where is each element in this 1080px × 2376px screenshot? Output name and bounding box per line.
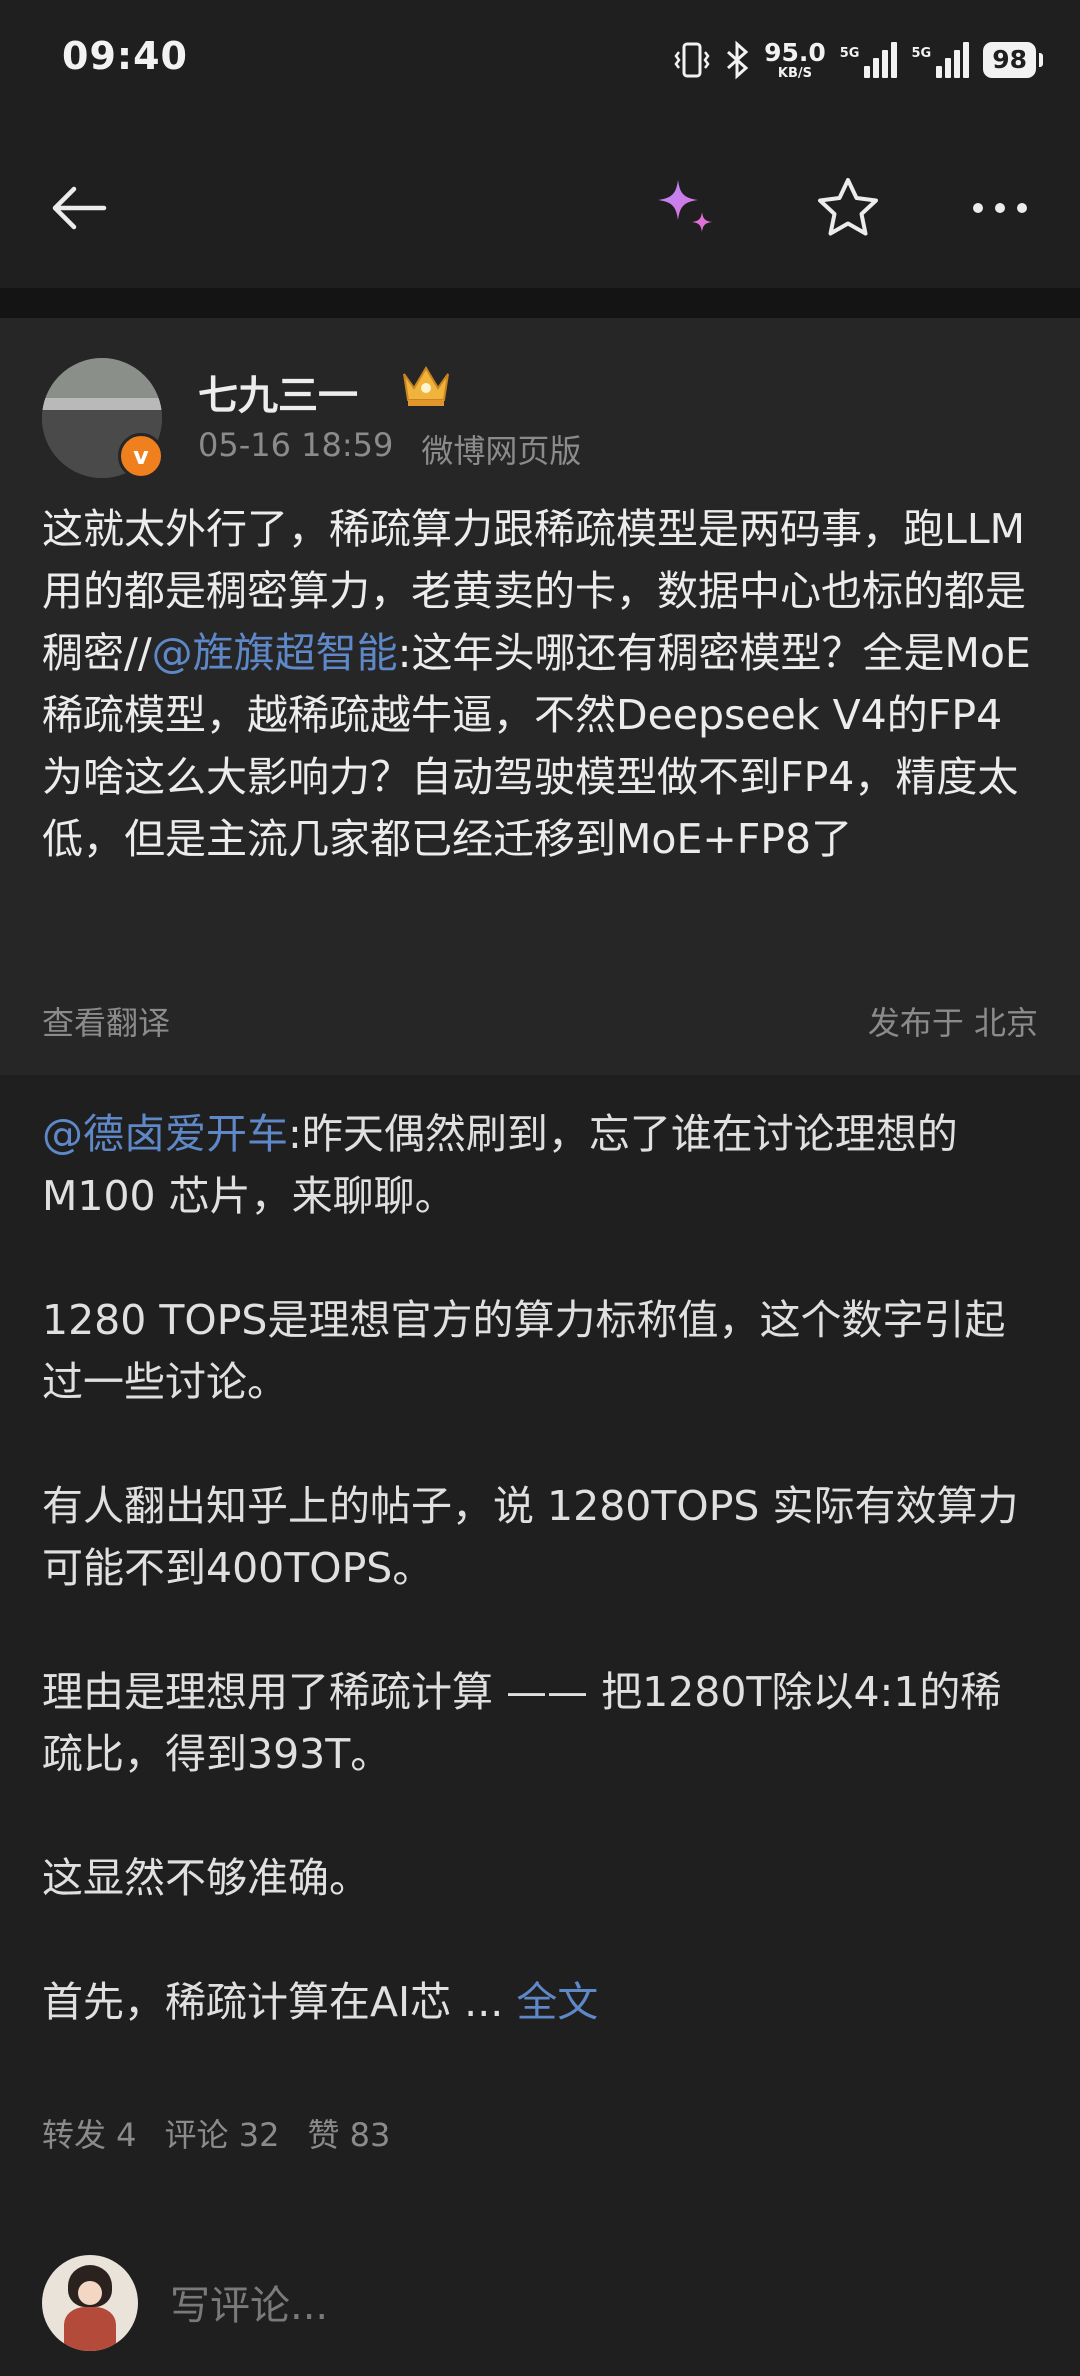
sim2-label: 5G: [911, 46, 932, 61]
repost-body: 这就太外行了，稀疏算力跟稀疏模型是两码事，跑LLM用的都是稠密算力，老黄卖的卡，…: [42, 498, 1042, 870]
ai-summary-button[interactable]: [650, 172, 722, 244]
bluetooth-icon: [727, 40, 749, 80]
publish-location: 发布于 北京: [867, 1004, 1038, 1042]
network-speed-value: 95.0: [764, 38, 826, 67]
more-button[interactable]: [964, 172, 1036, 244]
full-text-link[interactable]: 全文: [516, 1978, 598, 2026]
comment-bar: 写评论...: [0, 2165, 1080, 2376]
status-icons: 95.0 KB/S 5G 5G 98: [674, 30, 1043, 90]
comment-input[interactable]: 写评论...: [170, 2273, 328, 2331]
original-paragraph-6: 首先，稀疏计算在AI芯 ...: [42, 1978, 517, 2026]
post-source: 微博网页版: [421, 432, 582, 470]
post-meta: 05-16 18:59 微博网页版: [198, 426, 581, 472]
like-count[interactable]: 赞 83: [307, 2110, 390, 2156]
comment-count[interactable]: 评论 32: [165, 2110, 280, 2156]
signal-sim1-icon: 5G: [840, 42, 898, 78]
original-paragraph-2: 1280 TOPS是理想官方的算力标称值，这个数字引起过一些讨论。: [42, 1296, 1006, 1406]
repost-count[interactable]: 转发 4: [42, 2110, 137, 2156]
favorite-button[interactable]: [812, 172, 884, 244]
user-avatar[interactable]: [42, 2255, 138, 2351]
crown-icon: [403, 366, 449, 406]
original-post: @德卤爱开车:昨天偶然刷到，忘了谁在讨论理想的 M100 芯片，来聊聊。 128…: [0, 1075, 1080, 2165]
back-button[interactable]: [44, 172, 116, 244]
back-arrow-icon: [52, 186, 107, 230]
original-paragraph-4: 理由是理想用了稀疏计算 —— 把1280T除以4:1的稀疏比，得到393T。: [42, 1668, 1002, 1778]
sim1-label: 5G: [839, 46, 860, 61]
network-speed-unit: KB/S: [777, 66, 812, 81]
signal-sim2-icon: 5G: [911, 42, 970, 78]
author-name[interactable]: 七九三一: [198, 363, 358, 421]
status-bar: 09:40 95.0 KB/S 5G 5G 98: [0, 0, 1080, 120]
verified-badge-icon: v: [118, 433, 164, 479]
battery-icon: 98: [983, 42, 1043, 78]
original-author-mention[interactable]: @德卤爱开车: [42, 1110, 288, 1158]
nav-bar: [0, 120, 1080, 288]
ai-sparkle-icon: [658, 180, 712, 232]
post-timestamp: 05-16 18:59: [198, 426, 394, 464]
network-speed: 95.0 KB/S: [764, 40, 826, 80]
status-time: 09:40: [62, 34, 188, 78]
repost-card: v 七九三一 05-16 18:59 微博网页版 这就太外行了，稀疏算力跟稀疏模…: [0, 318, 1080, 1075]
original-paragraph-3: 有人翻出知乎上的帖子，说 1280TOPS 实际有效算力可能不到400TOPS。: [42, 1482, 1019, 1592]
more-icon: [973, 203, 1027, 213]
vibrate-icon: [674, 42, 710, 78]
section-divider: [0, 288, 1080, 318]
translate-link[interactable]: 查看翻译: [42, 998, 170, 1044]
original-post-body: @德卤爱开车:昨天偶然刷到，忘了谁在讨论理想的 M100 芯片，来聊聊。 128…: [42, 1103, 1042, 2033]
original-stats: 转发 4 评论 32 赞 83: [42, 2110, 390, 2156]
original-paragraph-5: 这显然不够准确。: [42, 1854, 370, 1902]
star-icon: [818, 178, 878, 236]
mention-link[interactable]: @旌旗超智能: [152, 629, 398, 677]
